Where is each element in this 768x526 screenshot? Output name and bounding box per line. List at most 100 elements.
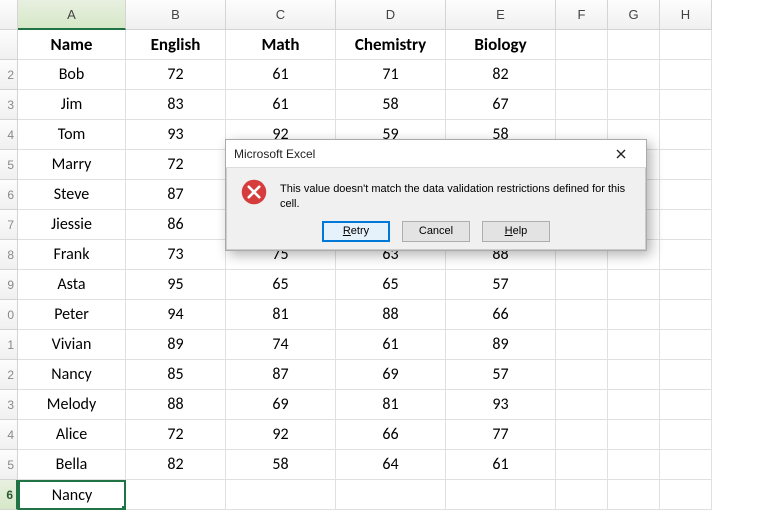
cell-math[interactable]: 65 [226, 270, 336, 300]
spreadsheet-grid[interactable]: A B C D E F G H Name English Math Chemis… [0, 0, 768, 510]
cell-english[interactable]: 72 [126, 150, 226, 180]
cell-biology[interactable]: 77 [446, 420, 556, 450]
cell-math[interactable]: 74 [226, 330, 336, 360]
cell-empty[interactable] [608, 480, 660, 510]
cell-name[interactable]: Jiessie [18, 210, 126, 240]
cell-english[interactable]: 94 [126, 300, 226, 330]
cell-empty[interactable] [446, 480, 556, 510]
row-header[interactable] [0, 30, 18, 60]
cell-chemistry[interactable]: 81 [336, 390, 446, 420]
cell-biology[interactable]: 89 [446, 330, 556, 360]
cell-empty[interactable] [556, 480, 608, 510]
col-header-d[interactable]: D [336, 0, 446, 30]
col-header-c[interactable]: C [226, 0, 336, 30]
cell-empty[interactable] [660, 180, 712, 210]
cell-name[interactable]: Marry [18, 150, 126, 180]
cell-empty[interactable] [556, 30, 608, 60]
col-header-f[interactable]: F [556, 0, 608, 30]
cell-biology[interactable]: 82 [446, 60, 556, 90]
row-header[interactable]: 4 [0, 120, 18, 150]
cell-name[interactable]: Alice [18, 420, 126, 450]
cell-name[interactable]: Steve [18, 180, 126, 210]
col-header-g[interactable]: G [608, 0, 660, 30]
col-header-b[interactable]: B [126, 0, 226, 30]
cell-math[interactable]: 81 [226, 300, 336, 330]
cell-english[interactable]: 72 [126, 420, 226, 450]
cell-empty[interactable] [660, 450, 712, 480]
cell-english[interactable]: 83 [126, 90, 226, 120]
cell-empty[interactable] [556, 270, 608, 300]
cell-name[interactable]: Tom [18, 120, 126, 150]
cell-name[interactable]: Peter [18, 300, 126, 330]
cell-empty[interactable] [660, 90, 712, 120]
cell-empty[interactable] [556, 450, 608, 480]
cell-english[interactable]: 93 [126, 120, 226, 150]
cell-english[interactable]: 85 [126, 360, 226, 390]
header-biology[interactable]: Biology [446, 30, 556, 60]
cell-empty[interactable] [608, 360, 660, 390]
cell-english[interactable]: 87 [126, 180, 226, 210]
cancel-button[interactable]: Cancel [402, 221, 470, 242]
cell-chemistry[interactable]: 61 [336, 330, 446, 360]
cell-chemistry[interactable]: 66 [336, 420, 446, 450]
cell-biology[interactable]: 57 [446, 360, 556, 390]
cell-math[interactable]: 92 [226, 420, 336, 450]
cell-empty[interactable] [660, 150, 712, 180]
row-header[interactable]: 5 [0, 150, 18, 180]
retry-button[interactable]: Retry [322, 221, 390, 242]
cell-math[interactable]: 58 [226, 450, 336, 480]
row-header-active[interactable]: 6 [0, 480, 18, 510]
cell-empty[interactable] [660, 270, 712, 300]
cell-empty[interactable] [660, 390, 712, 420]
cell-empty[interactable] [608, 330, 660, 360]
cell-empty[interactable] [608, 270, 660, 300]
cell-english[interactable]: 95 [126, 270, 226, 300]
cell-english[interactable]: 72 [126, 60, 226, 90]
cell-biology[interactable]: 57 [446, 270, 556, 300]
cell-biology[interactable]: 66 [446, 300, 556, 330]
dialog-titlebar[interactable]: Microsoft Excel [226, 140, 646, 168]
cell-chemistry[interactable]: 65 [336, 270, 446, 300]
fill-handle[interactable] [121, 505, 126, 510]
cell-empty[interactable] [660, 60, 712, 90]
row-header[interactable]: 0 [0, 300, 18, 330]
row-header[interactable]: 5 [0, 450, 18, 480]
cell-empty[interactable] [608, 30, 660, 60]
select-all-corner[interactable] [0, 0, 18, 30]
cell-empty[interactable] [126, 480, 226, 510]
row-header[interactable]: 1 [0, 330, 18, 360]
col-header-h[interactable]: H [660, 0, 712, 30]
header-chemistry[interactable]: Chemistry [336, 30, 446, 60]
row-header[interactable]: 2 [0, 360, 18, 390]
cell-empty[interactable] [660, 300, 712, 330]
cell-name[interactable]: Jim [18, 90, 126, 120]
cell-english[interactable]: 86 [126, 210, 226, 240]
cell-chemistry[interactable]: 71 [336, 60, 446, 90]
help-button[interactable]: Help [482, 221, 550, 242]
cell-math[interactable]: 87 [226, 360, 336, 390]
row-header[interactable]: 7 [0, 210, 18, 240]
cell-empty[interactable] [660, 120, 712, 150]
cell-math[interactable]: 61 [226, 90, 336, 120]
row-header[interactable]: 3 [0, 90, 18, 120]
cell-empty[interactable] [556, 420, 608, 450]
cell-empty[interactable] [556, 90, 608, 120]
cell-english[interactable]: 88 [126, 390, 226, 420]
cell-empty[interactable] [608, 300, 660, 330]
cell-biology[interactable]: 61 [446, 450, 556, 480]
cell-empty[interactable] [336, 480, 446, 510]
col-header-e[interactable]: E [446, 0, 556, 30]
cell-empty[interactable] [226, 480, 336, 510]
cell-empty[interactable] [608, 90, 660, 120]
cell-name[interactable]: Asta [18, 270, 126, 300]
cell-empty[interactable] [660, 330, 712, 360]
cell-chemistry[interactable]: 64 [336, 450, 446, 480]
cell-name[interactable]: Bob [18, 60, 126, 90]
dialog-close-button[interactable] [604, 143, 638, 165]
cell-empty[interactable] [660, 480, 712, 510]
header-name[interactable]: Name [18, 30, 126, 60]
cell-english[interactable]: 89 [126, 330, 226, 360]
cell-name[interactable]: Nancy [18, 360, 126, 390]
cell-empty[interactable] [660, 360, 712, 390]
cell-biology[interactable]: 67 [446, 90, 556, 120]
